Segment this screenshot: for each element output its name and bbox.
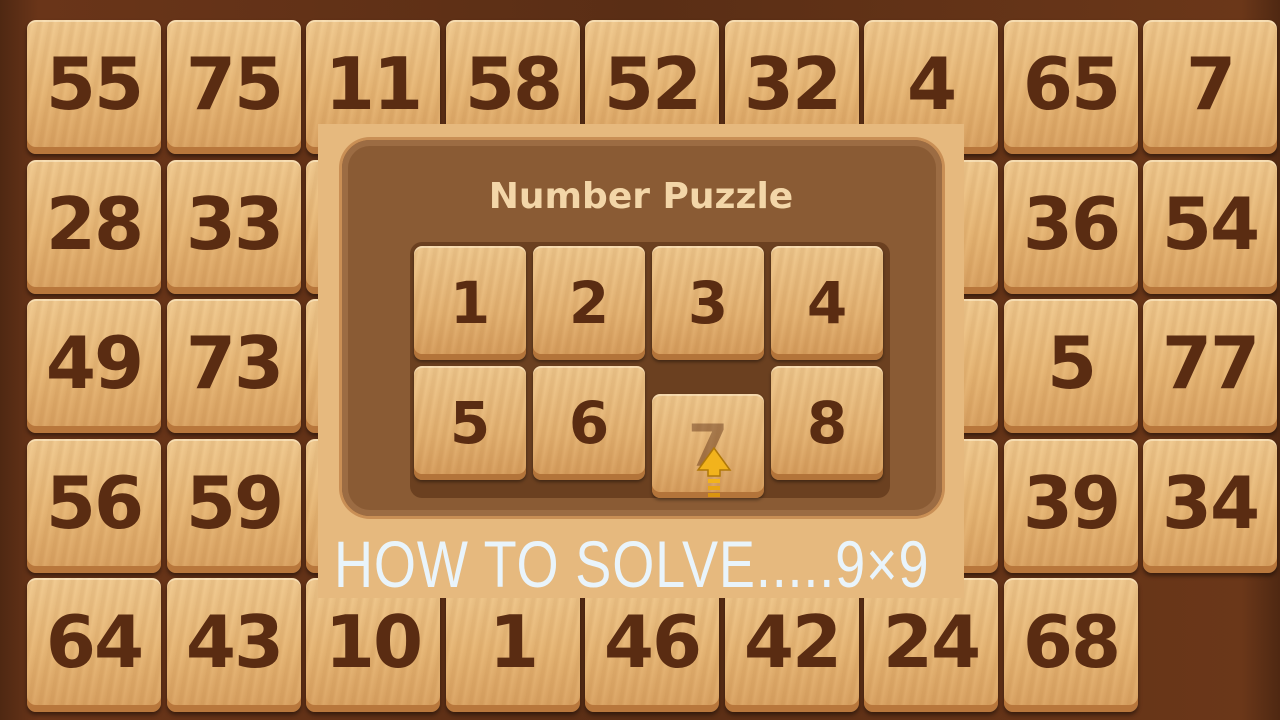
board-tile[interactable]: 28 bbox=[27, 160, 161, 294]
mini-tile: 1 bbox=[414, 246, 526, 360]
board-tile[interactable]: 75 bbox=[167, 20, 301, 154]
board-tile[interactable]: 43 bbox=[167, 578, 301, 712]
board-tile[interactable]: 77 bbox=[1143, 299, 1277, 433]
board-tile[interactable]: 56 bbox=[27, 439, 161, 573]
board-tile[interactable]: 73 bbox=[167, 299, 301, 433]
board-tile[interactable]: 49 bbox=[27, 299, 161, 433]
board-tile[interactable]: 65 bbox=[1004, 20, 1138, 154]
board-tile[interactable]: 59 bbox=[167, 439, 301, 573]
mini-tile: 2 bbox=[533, 246, 645, 360]
mini-tile: 4 bbox=[771, 246, 883, 360]
board-tile[interactable]: 36 bbox=[1004, 160, 1138, 294]
board-tile[interactable]: 7 bbox=[1143, 20, 1277, 154]
mini-tile: 8 bbox=[771, 366, 883, 480]
board-tile[interactable]: 55 bbox=[27, 20, 161, 154]
board-tile[interactable]: 68 bbox=[1004, 578, 1138, 712]
board-tile[interactable]: 34 bbox=[1143, 439, 1277, 573]
mini-board: 1 2 3 4 5 6 7 8 bbox=[410, 242, 890, 498]
mini-tile: 6 bbox=[533, 366, 645, 480]
board-tile[interactable]: 64 bbox=[27, 578, 161, 712]
board-tile[interactable]: 39 bbox=[1004, 439, 1138, 573]
board-tile[interactable]: 5 bbox=[1004, 299, 1138, 433]
puzzle-title: Number Puzzle bbox=[488, 176, 794, 217]
mini-tile: 5 bbox=[414, 366, 526, 480]
video-caption: HOW TO SOLVE.....9×9 bbox=[334, 527, 930, 601]
board-tile[interactable]: 33 bbox=[167, 160, 301, 294]
board-tile[interactable]: 54 bbox=[1143, 160, 1277, 294]
mini-tile: 3 bbox=[652, 246, 764, 360]
up-arrow-icon bbox=[696, 446, 732, 497]
